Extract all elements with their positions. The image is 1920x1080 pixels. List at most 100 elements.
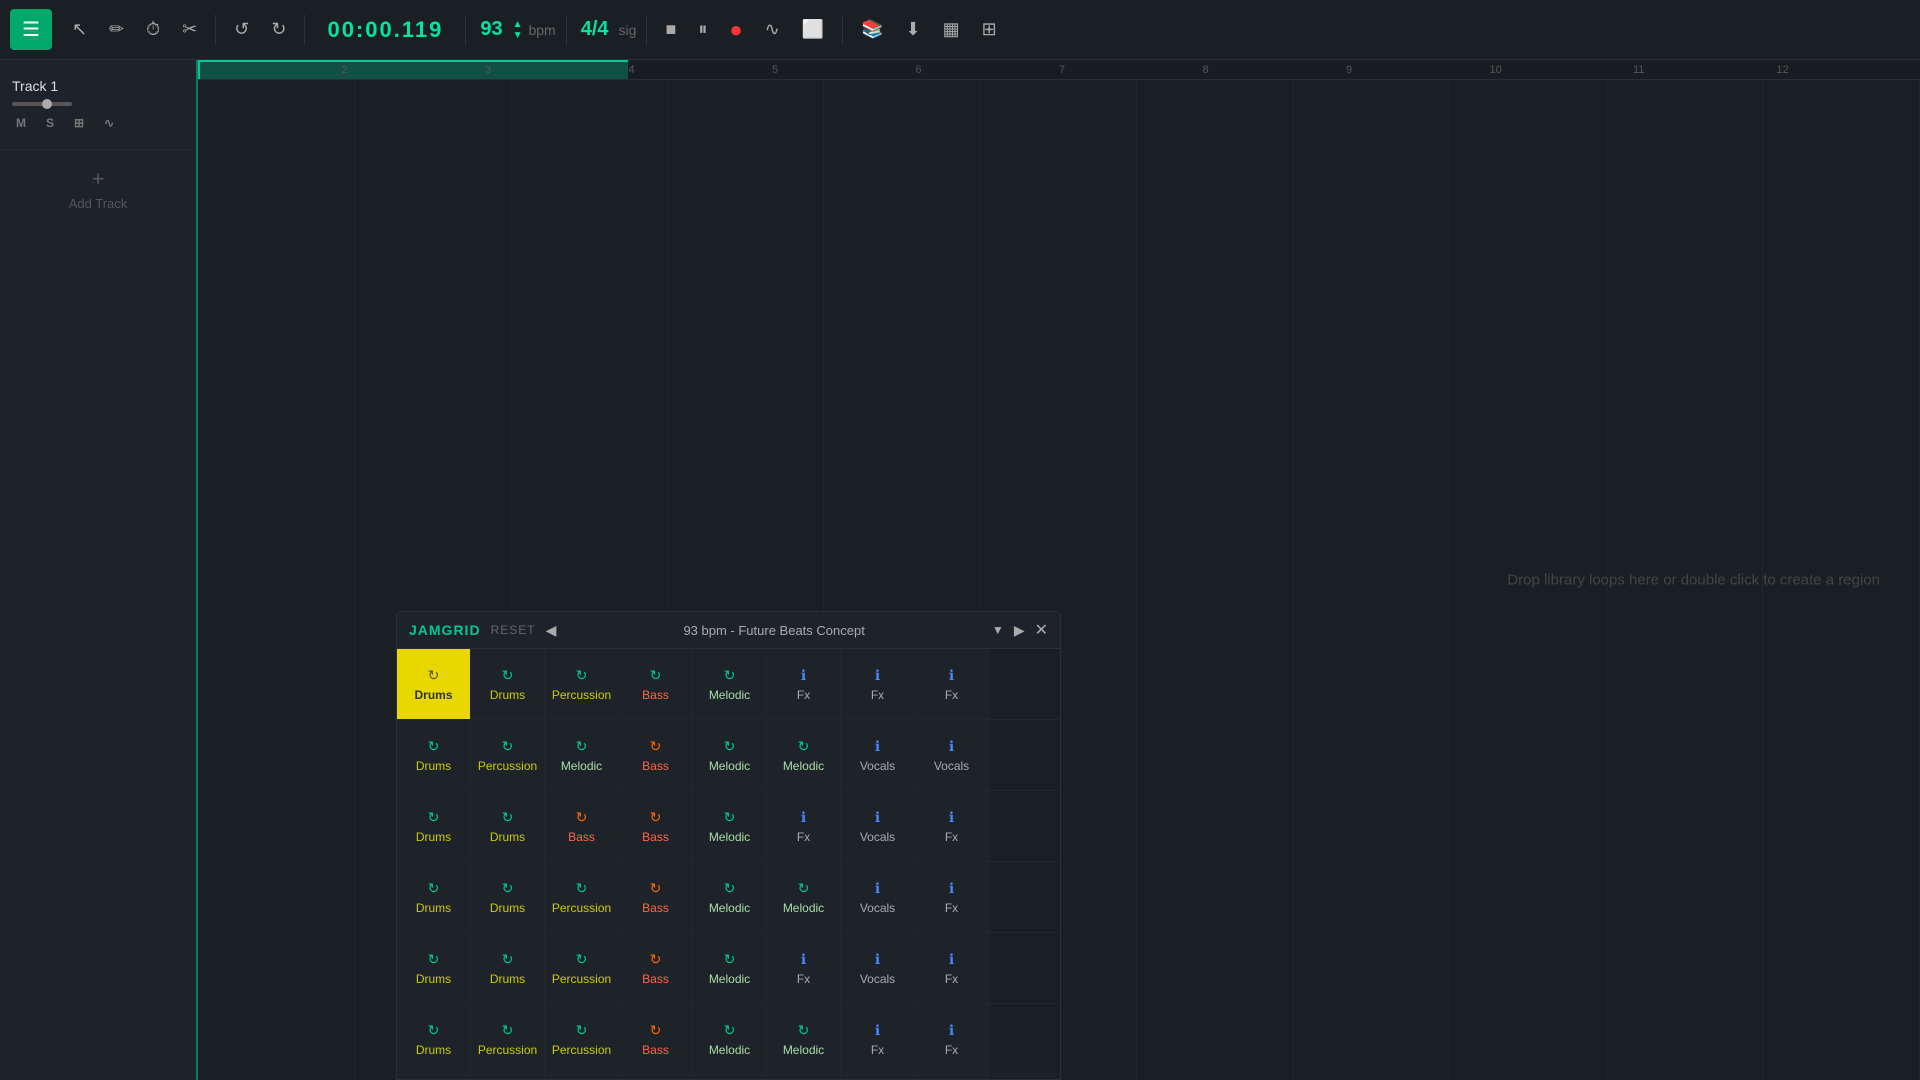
jamgrid-cell[interactable]: ℹFx — [841, 1004, 915, 1074]
jamgrid-cell[interactable]: ℹFx — [915, 649, 989, 719]
cell-icon: ↻ — [502, 951, 514, 968]
jamgrid-cell[interactable]: ↻Drums — [397, 862, 471, 932]
record-button[interactable]: ● — [721, 11, 750, 49]
jamgrid-cell[interactable]: ↻Melodic — [693, 720, 767, 790]
cell-icon: ↻ — [724, 809, 736, 826]
jamgrid-cell[interactable]: ℹVocals — [841, 791, 915, 861]
jamgrid-cell[interactable]: ↻Bass — [545, 791, 619, 861]
cell-label: Percussion — [552, 901, 611, 915]
jamgrid-cell[interactable]: ℹFx — [915, 791, 989, 861]
jamgrid-cell[interactable]: ℹVocals — [841, 862, 915, 932]
cell-icon: ↻ — [650, 880, 662, 897]
jamgrid-cell[interactable]: ↻Melodic — [693, 862, 767, 932]
jamgrid-cell[interactable]: ↻Drums — [397, 1004, 471, 1074]
cell-label: Melodic — [709, 901, 750, 915]
mute-button[interactable]: M — [12, 114, 30, 132]
jamgrid-cell[interactable]: ↻Melodic — [693, 791, 767, 861]
jamgrid-cell[interactable]: ↻Percussion — [471, 720, 545, 790]
jamgrid-cell[interactable]: ↻Melodic — [693, 649, 767, 719]
jamgrid-cell[interactable]: ↻Percussion — [545, 1004, 619, 1074]
download-button[interactable]: ⬇ — [898, 13, 929, 46]
cell-icon: ↻ — [428, 880, 440, 897]
jamgrid-cell[interactable]: ↻Drums — [471, 791, 545, 861]
jamgrid-cell[interactable]: ↻Percussion — [545, 933, 619, 1003]
solo-button[interactable]: S — [42, 114, 58, 132]
jamgrid-cell[interactable]: ℹVocals — [841, 720, 915, 790]
ruler-mark: 2 — [342, 64, 348, 76]
jamgrid-cell[interactable]: ↻Bass — [619, 649, 693, 719]
jamgrid-cell[interactable]: ↻Bass — [693, 1075, 767, 1079]
clock-tool-button[interactable]: ⏱ — [138, 13, 168, 46]
redo-button[interactable]: ↻ — [263, 13, 294, 46]
jamgrid-cell[interactable]: ↻Drums — [397, 720, 471, 790]
jamgrid-cell[interactable]: ↻Drums — [397, 1075, 471, 1079]
cell-icon: ↻ — [576, 667, 588, 684]
jamgrid-cell[interactable]: ℹFx — [915, 933, 989, 1003]
jamgrid-cell[interactable]: ↻Percussion — [545, 649, 619, 719]
jamgrid-cell[interactable]: ↻Drums — [397, 649, 471, 719]
cell-label: Fx — [871, 688, 884, 702]
automation-track-button[interactable]: ∿ — [100, 114, 118, 132]
stop-button[interactable]: ■ — [657, 13, 684, 46]
jamgrid-cell[interactable]: ↻Bass — [619, 1075, 693, 1079]
add-track-area[interactable]: + Add Track — [0, 150, 196, 227]
library-button[interactable]: 📚 — [853, 13, 891, 46]
jamgrid-cell[interactable]: ℹFx — [915, 1004, 989, 1074]
cursor-tool-button[interactable]: ↖ — [64, 13, 95, 46]
jamgrid-cell[interactable]: ↻Melodic — [767, 1075, 841, 1079]
jamgrid-cell[interactable]: ℹFx — [841, 649, 915, 719]
mixer-button[interactable]: ⊞ — [974, 13, 1005, 46]
jamgrid-cell[interactable]: ↻Bass — [619, 720, 693, 790]
bpm-stepper[interactable]: ▲▼ — [513, 19, 523, 41]
cell-label: Drums — [416, 759, 451, 773]
jamgrid-close-button[interactable]: ✕ — [1035, 620, 1048, 640]
pause-button[interactable]: ⏸ — [690, 13, 715, 46]
jamgrid-cell[interactable]: ↻Percussion — [471, 1004, 545, 1074]
piano-roll-button[interactable]: ⊞ — [70, 114, 88, 132]
jamgrid-cell[interactable]: ↻Drums — [397, 791, 471, 861]
jamgrid-cell[interactable]: ↻Melodic — [545, 1075, 619, 1079]
cell-label: Melodic — [783, 901, 824, 915]
jamgrid-cell[interactable]: ↻Drums — [471, 649, 545, 719]
jamgrid-cell[interactable]: ↻Melodic — [693, 933, 767, 1003]
jamgrid-cell[interactable]: ℹFx — [915, 862, 989, 932]
jamgrid-cell[interactable]: ↻Drums — [471, 933, 545, 1003]
cell-label: Fx — [945, 830, 958, 844]
menu-button[interactable]: ☰ — [10, 9, 52, 50]
jamgrid-cell[interactable]: ℹFx — [767, 933, 841, 1003]
jamgrid-cell[interactable]: ↻Melodic — [767, 1004, 841, 1074]
jamgrid-cell[interactable]: ℹFx — [767, 791, 841, 861]
undo-button[interactable]: ↺ — [226, 13, 257, 46]
loop-button[interactable]: ⬜ — [794, 13, 832, 46]
track-volume-slider[interactable] — [12, 102, 72, 106]
cell-icon: ↻ — [502, 1022, 514, 1039]
jamgrid-cell[interactable]: ↻Percussion — [545, 862, 619, 932]
cell-icon: ↻ — [502, 880, 514, 897]
jamgrid-cell[interactable]: ↻Melodic — [767, 720, 841, 790]
jamgrid-cell[interactable]: ↻Bass — [619, 862, 693, 932]
jamgrid-prev-button[interactable]: ◀ — [546, 622, 557, 639]
jamgrid-cell[interactable]: ℹVocals — [841, 933, 915, 1003]
pencil-tool-button[interactable]: ✏ — [101, 13, 132, 46]
jamgrid-cell[interactable]: ℹFx — [915, 1075, 989, 1079]
jamgrid-cell[interactable]: ↻Melodic — [693, 1004, 767, 1074]
scissors-tool-button[interactable]: ✂ — [174, 13, 205, 46]
jamgrid-cell[interactable]: ↻Bass — [619, 791, 693, 861]
jamgrid-cell[interactable]: ℹFx — [767, 649, 841, 719]
jamgrid-next-button[interactable]: ▶ — [1014, 622, 1025, 639]
automation-button[interactable]: ∿ — [757, 13, 788, 46]
arrange-button[interactable]: ▦ — [935, 13, 968, 46]
jamgrid-cell[interactable]: ↻Bass — [619, 933, 693, 1003]
timeline-area: 23456789101112 Drop library loops here o… — [198, 60, 1920, 1080]
jamgrid-cell[interactable]: ℹVocals — [841, 1075, 915, 1079]
jamgrid-cell[interactable]: ↻Drums — [471, 862, 545, 932]
jamgrid-cell[interactable]: ↻Melodic — [545, 720, 619, 790]
jamgrid-reset-button[interactable]: RESET — [491, 623, 536, 637]
cell-label: Fx — [945, 1043, 958, 1057]
jamgrid-dropdown-button[interactable]: ▼ — [992, 623, 1004, 637]
jamgrid-cell[interactable]: ↻Bass — [619, 1004, 693, 1074]
jamgrid-cell[interactable]: ↻Percussion — [471, 1075, 545, 1079]
jamgrid-cell[interactable]: ℹVocals — [915, 720, 989, 790]
jamgrid-cell[interactable]: ↻Melodic — [767, 862, 841, 932]
jamgrid-cell[interactable]: ↻Drums — [397, 933, 471, 1003]
